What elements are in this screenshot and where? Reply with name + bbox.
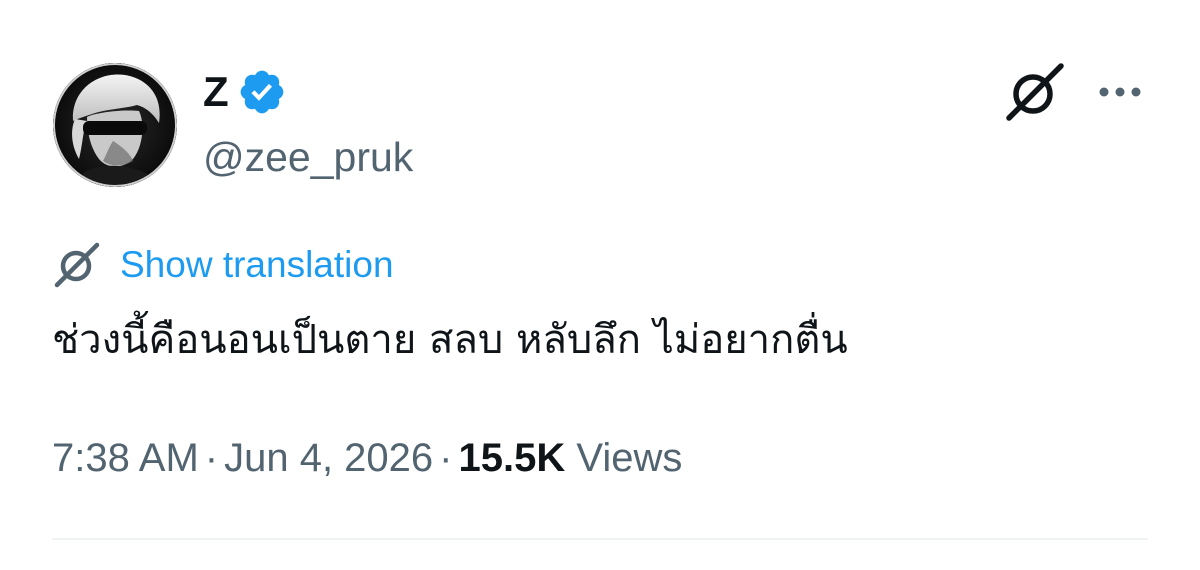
- meta-separator: ·: [439, 436, 453, 480]
- show-translation-link[interactable]: Show translation: [120, 240, 394, 290]
- name-row: Z: [203, 66, 413, 118]
- meta-separator: ·: [204, 436, 219, 480]
- tweet-meta: 7:38 AM · Jun 4, 2026 · 15.5K Views: [52, 430, 682, 486]
- avatar-image: [53, 63, 177, 187]
- translation-row: Show translation: [52, 240, 394, 290]
- display-name[interactable]: Z: [203, 66, 229, 118]
- tweet: Z @zee_pruk Show translation ช่วงนี้คือน…: [0, 0, 1200, 570]
- grok-icon[interactable]: [1003, 60, 1067, 124]
- views-count[interactable]: 15.5K: [458, 436, 565, 480]
- author-info: Z @zee_pruk: [203, 66, 413, 182]
- user-handle[interactable]: @zee_pruk: [203, 132, 413, 182]
- avatar[interactable]: [53, 63, 177, 187]
- verified-badge-icon[interactable]: [237, 67, 287, 117]
- tweet-text: ช่วงนี้คือนอนเป็นตาย สลบ หลับลึก ไม่อยาก…: [52, 317, 848, 363]
- views-label: Views: [576, 436, 683, 480]
- tweet-date[interactable]: Jun 4, 2026: [224, 436, 433, 480]
- tweet-time[interactable]: 7:38 AM: [52, 436, 199, 480]
- divider: [52, 538, 1148, 540]
- grok-icon: [52, 240, 102, 290]
- more-options-icon[interactable]: [1094, 72, 1146, 112]
